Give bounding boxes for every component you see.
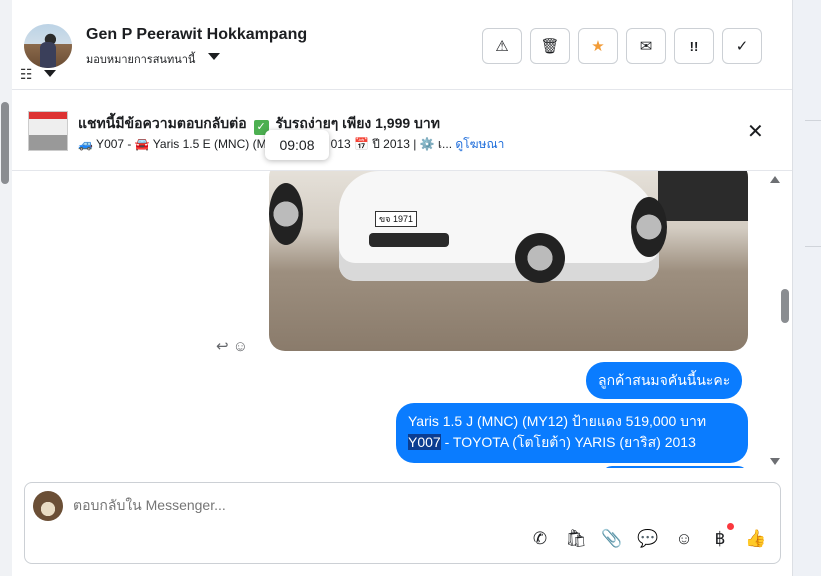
follow-up-icon: !!	[689, 38, 699, 54]
message-bubble[interactable]: ลูกค้าสนมจคันนี้นะคะ	[586, 362, 743, 399]
chat-bubble-icon[interactable]: 💬	[636, 527, 660, 551]
notification-dot	[727, 523, 734, 530]
reply-icon[interactable]: ↩	[216, 338, 229, 355]
contact-name[interactable]: Gen P Peerawit Hokkampang	[86, 26, 307, 44]
composer-toolbar: ✆ 🛍 📎 💬 ☺ ฿ 👍	[528, 523, 768, 551]
highlighted-text: Y007	[408, 434, 441, 450]
baht-icon[interactable]: ฿	[708, 523, 734, 551]
ad-title-offer: รับรถง่ายๆ เพียง 1,999 บาท	[275, 115, 441, 131]
star-icon: ★	[591, 38, 605, 55]
chevron-down-icon[interactable]	[44, 70, 56, 77]
assign-conversation-label[interactable]: มอบหมายการสนทนานี้	[86, 50, 195, 68]
divider	[805, 246, 821, 247]
timestamp-tooltip: 09:08	[265, 130, 329, 160]
left-panel-edge	[0, 0, 12, 576]
tire-rack	[658, 171, 748, 221]
mail-icon: ✉	[639, 38, 653, 55]
message-list[interactable]: ขจ 1971 ↩ ☺ ลูกค้าสนมจคันนี้นะคะ Yaris 1…	[12, 171, 780, 468]
car-wheel	[515, 233, 565, 283]
close-icon[interactable]: ✕	[747, 119, 764, 144]
ad-subtitle-part: 013 📅 ปี 2013 | ⚙️ เ...	[330, 137, 453, 151]
warning-icon: ⚠	[495, 38, 509, 55]
car-grill	[369, 233, 449, 247]
report-spam-button[interactable]: ⚠	[482, 28, 522, 64]
car-wheel	[631, 197, 667, 257]
mark-done-button[interactable]: ✓	[722, 28, 762, 64]
message-line: Yaris 1.5 J (MNC) (MY12) ป้ายแดง 519,000…	[408, 413, 707, 429]
ad-title-text: แชทนี้มีข้อความตอบกลับต่อ	[78, 115, 247, 131]
call-add-icon[interactable]: ✆	[528, 527, 552, 551]
checkmark-icon: ✓	[735, 38, 749, 55]
reply-input[interactable]	[73, 497, 473, 513]
message-composer: ✆ 🛍 📎 💬 ☺ ฿ 👍	[24, 482, 781, 564]
ad-thumbnail[interactable]	[28, 111, 68, 151]
message-bubble[interactable]: Yaris 1.5 J (MNC) (MY12) ป้ายแดง 519,000…	[396, 403, 748, 463]
page-avatar	[33, 491, 63, 521]
star-button[interactable]: ★	[578, 28, 618, 64]
shopping-bag-icon[interactable]: 🛍	[564, 527, 588, 551]
ad-subtitle-part: 🚙 Y007 - 🚘 Yaris 1.5 E (MNC) (M	[78, 137, 267, 151]
chevron-down-icon[interactable]	[208, 53, 220, 60]
mark-unread-button[interactable]: ✉	[626, 28, 666, 64]
scroll-down-arrow[interactable]	[770, 458, 780, 465]
delete-button[interactable]: 🗑	[530, 28, 570, 64]
license-plate: ขจ 1971	[375, 211, 417, 227]
follow-up-button[interactable]: !!	[674, 28, 714, 64]
message-bubble-partial[interactable]	[602, 466, 748, 468]
message-line: - TOYOTA (โตโยต้า) YARIS (ยาริส) 2013	[440, 434, 696, 450]
trash-icon: 🗑	[540, 38, 560, 55]
header-action-bar: ⚠ 🗑 ★ ✉ !! ✓	[482, 28, 762, 64]
emoji-react-icon[interactable]: ☺	[233, 338, 248, 355]
emoji-icon[interactable]: ☺	[672, 527, 696, 551]
thumbs-up-icon[interactable]: 👍	[744, 527, 768, 551]
spare-tire	[269, 183, 303, 245]
ad-title: แชทนี้มีข้อความตอบกลับต่อ ✓ รับรถง่ายๆ เ…	[78, 113, 440, 135]
left-scrollbar-thumb[interactable]	[1, 102, 9, 184]
paperclip-icon[interactable]: 📎	[600, 527, 624, 551]
scroll-up-arrow[interactable]	[770, 176, 780, 183]
divider	[805, 120, 821, 121]
contact-avatar[interactable]	[24, 24, 72, 68]
message-reactions: ↩ ☺	[216, 337, 248, 355]
view-ad-link[interactable]: ดูโฆษณา	[455, 137, 504, 151]
messenger-window: ☷ Gen P Peerawit Hokkampang มอบหมายการสน…	[0, 0, 821, 576]
conversation-header: ☷ Gen P Peerawit Hokkampang มอบหมายการสน…	[12, 0, 792, 90]
filter-settings-icon[interactable]: ☷	[20, 66, 36, 82]
right-panel-edge	[792, 0, 821, 576]
car-photo-message[interactable]: ขจ 1971	[269, 171, 748, 351]
ad-reply-banner: แชทนี้มีข้อความตอบกลับต่อ ✓ รับรถง่ายๆ เ…	[12, 91, 792, 171]
chat-scrollbar-thumb[interactable]	[781, 289, 789, 323]
